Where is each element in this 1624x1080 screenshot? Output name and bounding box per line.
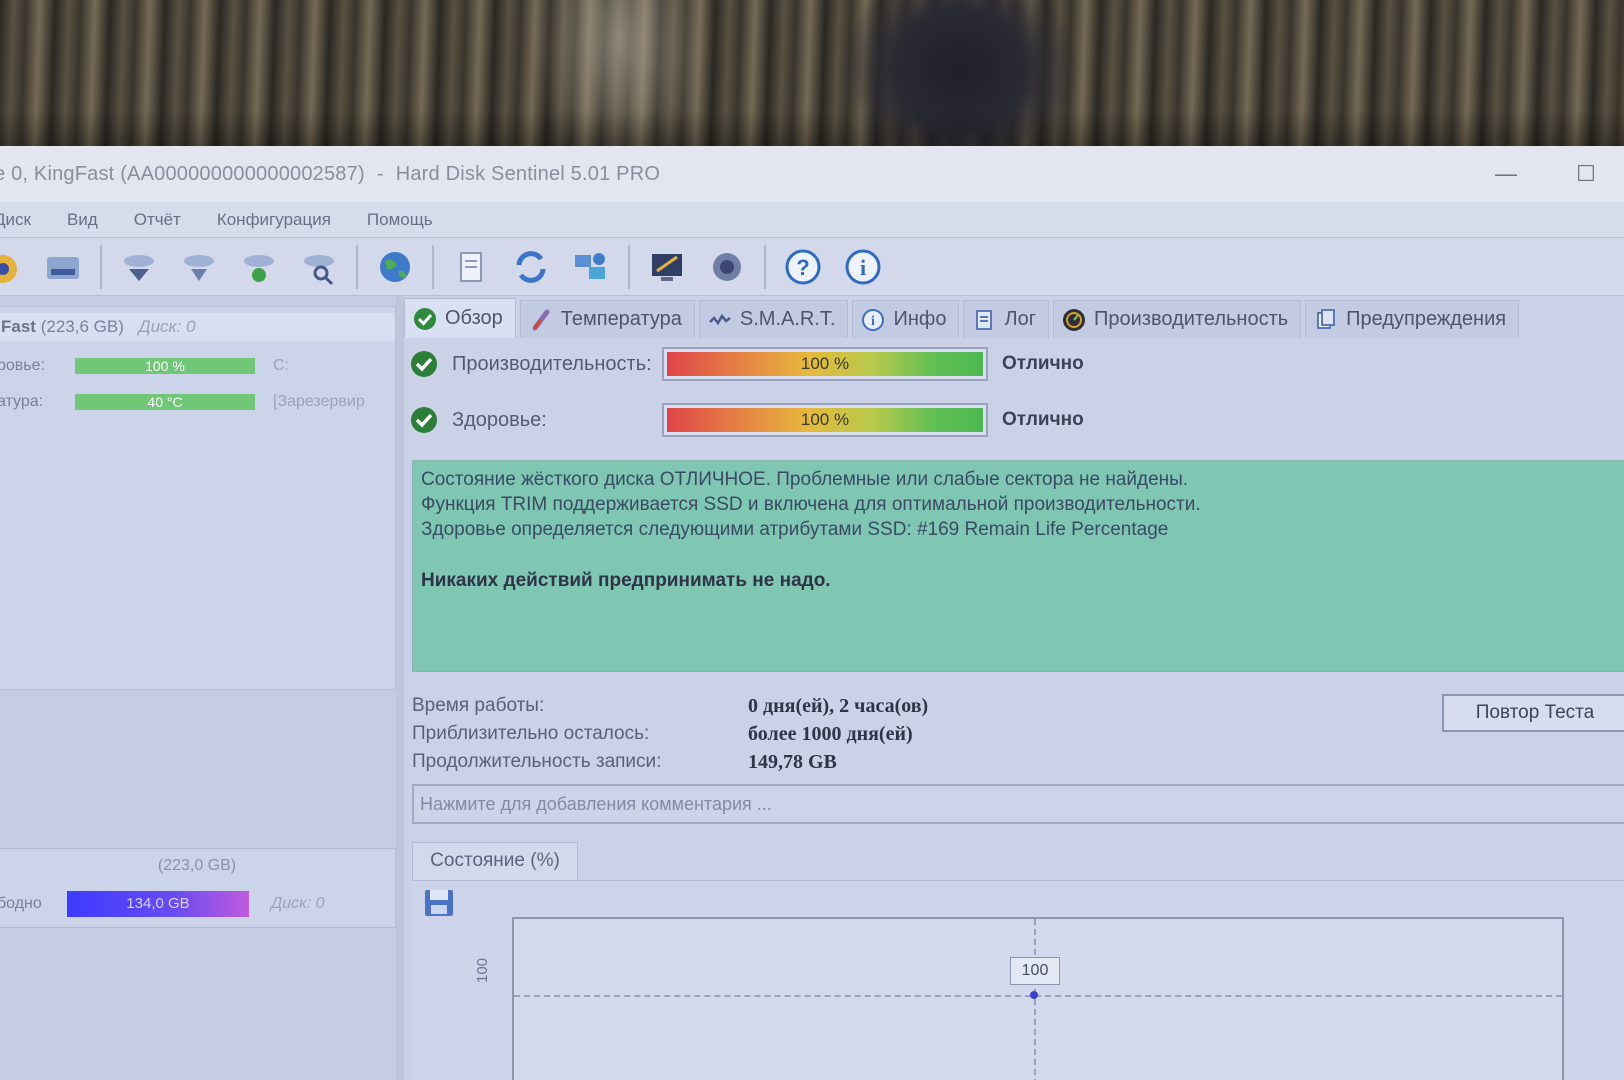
thermometer-icon (532, 309, 550, 330)
menu-configuration[interactable]: Конфигурация (217, 210, 331, 230)
maximize-button[interactable]: ☐ (1566, 156, 1606, 192)
sync-icon[interactable] (506, 243, 556, 291)
speedometer-icon (1063, 308, 1086, 331)
health-row: Здоровье: 100 % Отлично (410, 400, 1084, 440)
remaining-value: более 1000 дня(ей) (748, 722, 913, 745)
tab-performance[interactable]: Производительность (1053, 300, 1302, 338)
chart-data-label: 100 (1010, 957, 1060, 985)
tab-info[interactable]: i Инфо (852, 300, 960, 338)
status-line: Функция TRIM поддерживается SSD и включе… (421, 494, 1201, 515)
minimize-button[interactable]: — (1486, 156, 1526, 192)
performance-gauge: 100 % (662, 347, 988, 381)
help-icon[interactable]: ? (778, 243, 828, 291)
disk-check-icon[interactable] (234, 243, 284, 291)
disk-search-icon[interactable] (294, 243, 344, 291)
written-row: Продолжительность записи: 149,78 GB (412, 750, 837, 773)
health-verdict: Отлично (1002, 409, 1084, 430)
partition-size: (223,0 GB) (157, 857, 237, 874)
tab-status-chart[interactable]: Состояние (%) (412, 842, 578, 880)
tab-overview[interactable]: Обзор (404, 298, 516, 338)
svg-text:i: i (860, 255, 866, 280)
comment-input[interactable]: Нажмите для добавления комментария ... (412, 784, 1624, 824)
window-title: е 0, KingFast (AA000000000000002587) - Har… (0, 162, 661, 185)
performance-label: Производительность: (452, 352, 652, 375)
status-description: Состояние жёсткого диска ОТЛИЧНОЕ. Пробл… (412, 460, 1624, 672)
uptime-row: Время работы: 0 дня(ей), 2 часа(ов) (412, 694, 929, 717)
toolbar-separator (764, 244, 766, 289)
health-label: Здоровье: (452, 408, 547, 431)
menu-report[interactable]: Отчёт (134, 210, 181, 230)
info-icon[interactable]: i (838, 243, 888, 291)
grid-line-horizontal (514, 995, 1562, 997)
disk-temperature-bar: 40 °C (75, 394, 255, 410)
check-icon (411, 351, 437, 377)
tab-temperature[interactable]: Температура (519, 300, 695, 338)
panel-splitter[interactable] (396, 296, 404, 1080)
y-tick-label: 100 (474, 957, 491, 983)
remaining-row: Приблизительно осталось: более 1000 дня(… (412, 722, 913, 745)
tab-log[interactable]: Лог (963, 300, 1050, 338)
performance-row: Производительность: 100 % Отлично (410, 344, 1084, 384)
performance-verdict: Отлично (1002, 353, 1084, 374)
health-gauge-fill: 100 % (667, 408, 983, 432)
health-gauge: 100 % (662, 403, 988, 437)
warnings-icon (1317, 308, 1336, 329)
partition-free-row: бодно 134,0 GB Диск: 0 (0, 891, 325, 917)
svg-text:?: ? (796, 255, 809, 280)
network-icon[interactable] (566, 243, 616, 291)
tab-smart[interactable]: S.M.A.R.T. (698, 300, 849, 338)
disk-health-bar: 100 % (75, 358, 255, 374)
status-chart: 100 (512, 917, 1564, 1080)
drive-icon[interactable] (38, 243, 88, 291)
check-icon (411, 407, 437, 433)
disk-temperature-row: атура: 40 °C [Зарезервир (0, 393, 365, 410)
partition-card[interactable]: (223,0 GB) бодно 134,0 GB Диск: 0 (0, 848, 396, 928)
menu-view[interactable]: Вид (67, 210, 98, 230)
globe-icon[interactable] (370, 243, 420, 291)
disk-scan-icon[interactable] (174, 243, 224, 291)
menu-help[interactable]: Помощь (367, 210, 433, 230)
tab-warnings[interactable]: Предупреждения (1305, 300, 1520, 338)
written-value: 149,78 GB (748, 750, 837, 773)
chart-data-point (1030, 991, 1038, 999)
toolbar-separator (100, 244, 102, 289)
status-chart-area: 100 100 (412, 880, 1624, 1080)
toolbar-separator (356, 244, 358, 289)
svg-text:i: i (872, 314, 876, 329)
retest-button[interactable]: Повтор Теста (1442, 694, 1624, 732)
menu-disk[interactable]: Диск (0, 210, 31, 230)
disk-list-panel: Fast (223,6 GB) Диск: 0 ровье: 100 % C: … (0, 296, 398, 1080)
menu-bar: Диск Вид Отчёт Конфигурация Помощь (0, 202, 1624, 238)
title-bar: е 0, KingFast (AA000000000000002587) - Har… (0, 146, 1624, 202)
refresh-disk-icon[interactable] (114, 243, 164, 291)
uptime-value: 0 дня(ей), 2 часа(ов) (748, 694, 929, 717)
disk-health-row: ровье: 100 % C: (0, 357, 289, 374)
toolbar-separator (432, 244, 434, 289)
disk-title[interactable]: Fast (223,6 GB) Диск: 0 (0, 313, 395, 341)
document-icon[interactable] (446, 243, 496, 291)
speaker-icon[interactable] (702, 243, 752, 291)
disk-icon[interactable] (0, 243, 28, 291)
status-line: Состояние жёсткого диска ОТЛИЧНОЕ. Пробл… (421, 469, 1189, 490)
status-action: Никаких действий предпринимать не надо. (421, 570, 831, 591)
smart-icon (709, 313, 731, 325)
log-icon (976, 309, 993, 330)
toolbar-separator (628, 244, 630, 289)
info-icon: i (862, 308, 885, 331)
overview-panel: Обзор Температура S.M.A.R.T. i Инфо Лог … (404, 296, 1624, 1080)
toolbar: ? i (0, 238, 1624, 296)
disk-card[interactable]: Fast (223,6 GB) Диск: 0 ровье: 100 % C: … (0, 306, 396, 690)
grid-line-vertical (1034, 919, 1036, 1080)
disk-info-grid: Время работы: 0 дня(ей), 2 часа(ов) Приб… (412, 692, 928, 776)
status-line: Здоровье определяется следующими атрибут… (421, 519, 1169, 540)
check-icon (414, 307, 436, 330)
tab-bar: Обзор Температура S.M.A.R.T. i Инфо Лог … (404, 298, 1523, 338)
monitor-icon[interactable] (642, 243, 692, 291)
desktop-wallpaper (0, 0, 1624, 150)
performance-gauge-fill: 100 % (667, 352, 983, 376)
app-window: е 0, KingFast (AA000000000000002587) - Har… (0, 146, 1624, 1080)
save-icon[interactable] (422, 887, 456, 919)
partition-free-bar: 134,0 GB (67, 891, 249, 917)
